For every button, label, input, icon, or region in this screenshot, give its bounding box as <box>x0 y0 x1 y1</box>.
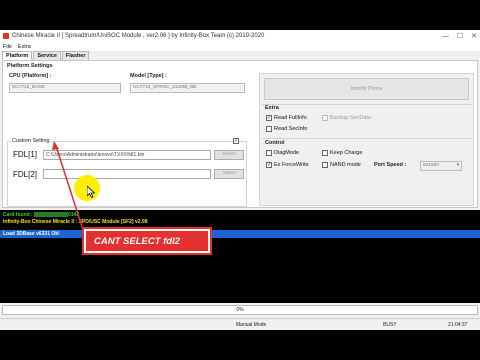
annotation-text: CANT SELECT fdl2 <box>86 231 208 251</box>
annotation-arrow <box>52 141 86 237</box>
annotation-callout: CANT SELECT fdl2 <box>82 227 212 255</box>
